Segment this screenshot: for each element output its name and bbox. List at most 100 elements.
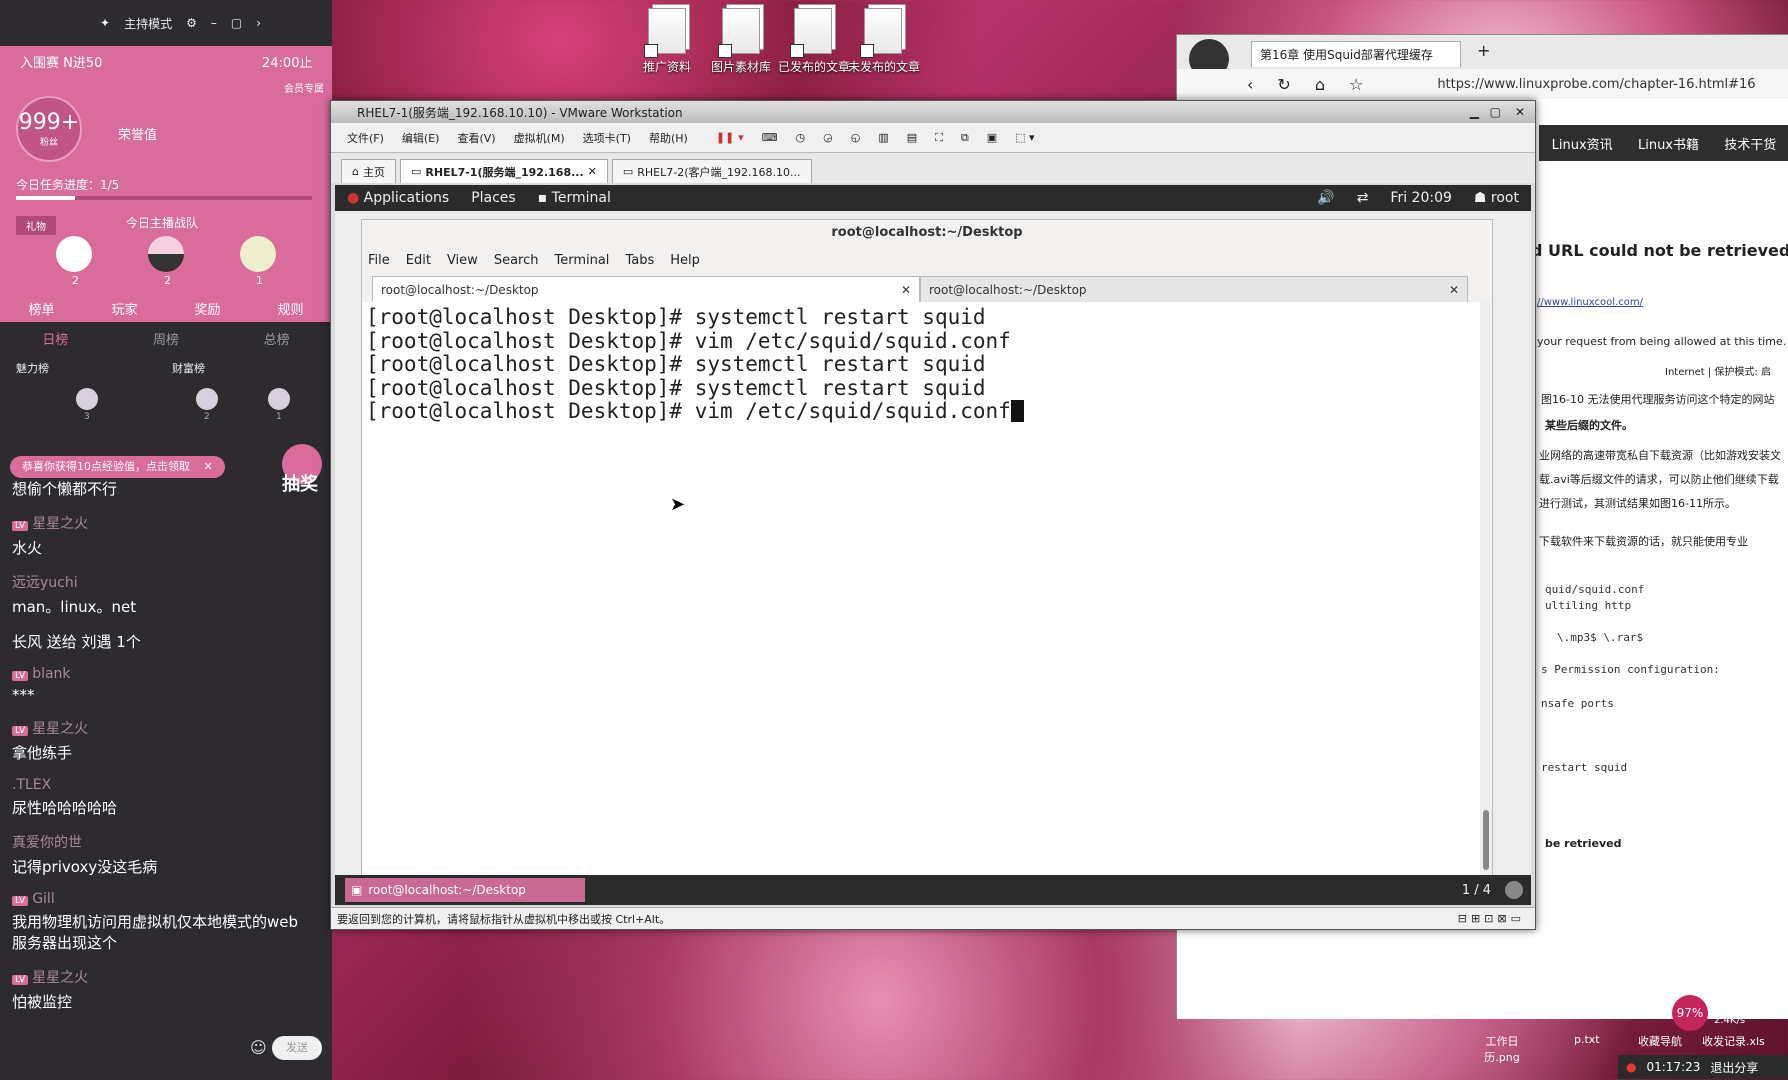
emoji-icon[interactable]: ☺ — [250, 1038, 267, 1057]
network-icon[interactable]: ⇄ — [1357, 190, 1369, 206]
terminal-menu-search[interactable]: Search — [494, 253, 539, 268]
rank-avatar[interactable] — [76, 388, 98, 410]
terminal-menu-tabs[interactable]: Tabs — [625, 253, 654, 268]
maximize-icon[interactable]: ▢ — [231, 16, 242, 30]
tab-ranking[interactable]: 榜单 — [28, 299, 54, 318]
terminal-menu-terminal[interactable]: Terminal — [554, 253, 609, 268]
desktop-file-label[interactable]: 收藏导航 — [1638, 1033, 1682, 1049]
terminal-menu-file[interactable]: File — [368, 253, 390, 268]
notification-icon[interactable] — [1505, 881, 1523, 899]
document-icon — [790, 8, 832, 58]
gift-button[interactable]: 礼物 — [16, 216, 56, 235]
nav-link[interactable]: Linux书籍 — [1638, 134, 1699, 153]
exit-share-button[interactable]: 退出分享 — [1710, 1059, 1758, 1076]
home-icon[interactable]: ⌂ — [1315, 75, 1325, 94]
desktop-file-label[interactable]: 工作日历.png — [1472, 1033, 1532, 1065]
pause-icon[interactable]: ❚❚ ▾ — [716, 131, 744, 144]
tab-rewards[interactable]: 奖励 — [194, 299, 220, 318]
desktop-file-label[interactable]: p.txt — [1574, 1033, 1600, 1046]
terminal-tab[interactable]: root@localhost:~/Desktop ✕ — [372, 276, 920, 302]
desktop-icon-unpublished[interactable]: 未发布的文章 — [848, 8, 920, 75]
menu-tabs[interactable]: 选项卡(T) — [583, 130, 631, 146]
address-bar[interactable]: https://www.linuxprobe.com/chapter-16.ht… — [1437, 77, 1755, 92]
taskbar-item-terminal[interactable]: ▣ root@localhost:~/Desktop — [345, 878, 585, 902]
desktop-icon-images[interactable]: 图片素材库 — [706, 8, 776, 75]
menu-vm[interactable]: 虚拟机(M) — [514, 130, 565, 146]
clock[interactable]: Fri 20:09 — [1390, 190, 1451, 206]
desktop-icon-published[interactable]: 已发布的文章 — [778, 8, 850, 75]
terminal-line: [root@localhost Desktop]# systemctl rest… — [366, 352, 986, 376]
snapshot-manager-icon[interactable]: ◵ — [851, 131, 861, 144]
user-menu[interactable]: ☗ root — [1474, 190, 1519, 206]
terminal-menu-view[interactable]: View — [447, 253, 478, 268]
subtab-weekly[interactable]: 周榜 — [153, 329, 179, 348]
view-thumb-icon[interactable]: ▤ — [907, 131, 917, 144]
star-icon[interactable]: ☆ — [1349, 75, 1363, 94]
close-icon[interactable]: ✕ — [588, 165, 597, 178]
new-tab-icon[interactable]: + — [1477, 41, 1490, 60]
reload-icon[interactable]: ↻ — [1277, 75, 1290, 94]
terminal-tab[interactable]: root@localhost:~/Desktop ✕ — [920, 276, 1468, 302]
avatar[interactable] — [56, 236, 92, 272]
terminal-app-menu[interactable]: ▪ Terminal — [538, 190, 611, 206]
stretch-icon[interactable]: ⬚ ▾ — [1015, 131, 1034, 144]
rank-avatar[interactable] — [268, 388, 290, 410]
browser-tab[interactable]: 第16章 使用Squid部署代理缓存 — [1251, 41, 1461, 67]
volume-icon[interactable]: 🔊 — [1317, 190, 1334, 206]
menu-edit[interactable]: 编辑(E) — [402, 130, 440, 146]
minimize-icon[interactable]: ▁ — [1470, 105, 1479, 119]
menu-view[interactable]: 查看(V) — [457, 130, 495, 146]
terminal-menu-edit[interactable]: Edit — [406, 253, 431, 268]
settings-icon[interactable]: ⚙ — [186, 16, 197, 30]
snapshot-restore-icon[interactable]: ◶ — [823, 131, 833, 144]
unity-icon[interactable]: ⧉ — [961, 131, 969, 145]
chat-item: 长风 送给 刘遇 1个 — [12, 633, 141, 651]
close-icon[interactable]: ✕ — [204, 460, 213, 473]
places-menu[interactable]: Places — [471, 190, 516, 206]
chat-item: LV blank *** — [12, 666, 312, 704]
cpu-meter[interactable]: 97% — [1672, 995, 1708, 1031]
error-link[interactable]: //www.linuxcool.com/ — [1537, 297, 1643, 308]
tab-rhel7-2[interactable]: ▭ RHEL7-2(客户端_192.168.10... — [611, 159, 812, 183]
avatar[interactable] — [148, 236, 184, 272]
device-status-icons[interactable]: ⊟⊞⊡⊠▭ — [1458, 912, 1525, 925]
desktop-icon-promo[interactable]: 推广资料 — [632, 8, 702, 75]
tab-rules[interactable]: 规则 — [277, 299, 303, 318]
close-icon[interactable]: ✕ — [901, 283, 911, 297]
nav-link[interactable]: 技术干货 — [1724, 134, 1776, 153]
close-icon[interactable]: › — [256, 16, 261, 30]
terminal-menu-help[interactable]: Help — [670, 253, 700, 268]
console-icon[interactable]: ▣ — [987, 131, 997, 144]
applications-menu[interactable]: ● Applications — [347, 190, 449, 206]
close-icon[interactable]: ✕ — [1515, 105, 1525, 119]
snapshot-icon[interactable]: ◷ — [796, 131, 806, 144]
view-sidebar-icon[interactable]: ▥ — [878, 131, 888, 144]
terminal-scrollbar[interactable] — [1480, 302, 1492, 876]
tab-home[interactable]: ⌂ 主页 — [341, 159, 396, 183]
maximize-icon[interactable]: ▢ — [1490, 105, 1501, 119]
send-keys-icon[interactable]: ⌨ — [762, 131, 778, 144]
chat-item: LV 星星之火 拿他练手 — [12, 718, 312, 763]
menu-help[interactable]: 帮助(H) — [649, 130, 688, 146]
send-button[interactable]: 发送 — [272, 1036, 322, 1060]
nav-link[interactable]: Linux资讯 — [1552, 134, 1613, 153]
terminal-tabbar: root@localhost:~/Desktop ✕ root@localhos… — [362, 274, 1492, 302]
back-icon[interactable]: ‹ — [1247, 75, 1253, 94]
guest-display[interactable]: ● Applications Places ▪ Terminal 🔊 ⇄ Fri… — [335, 185, 1531, 905]
reward-notice[interactable]: 恭喜你获得10点经验值，点击领取 ✕ — [10, 456, 225, 478]
desktop-file-label[interactable]: 收发记录.xls — [1702, 1033, 1765, 1049]
tab-rhel7-1[interactable]: ▭ RHEL7-1(服务端_192.168... ✕ — [399, 159, 608, 183]
terminal-line: [root@localhost Desktop]# vim /etc/squid… — [366, 328, 1011, 353]
workspace-indicator[interactable]: 1 / 4 — [1462, 883, 1491, 898]
subtab-total[interactable]: 总榜 — [264, 329, 290, 348]
tab-players[interactable]: 玩家 — [111, 299, 137, 318]
subtab-daily[interactable]: 日榜 — [42, 329, 68, 348]
terminal-output[interactable]: [root@localhost Desktop]# systemctl rest… — [362, 302, 1482, 876]
scrollbar-thumb[interactable] — [1483, 810, 1489, 870]
close-icon[interactable]: ✕ — [1449, 283, 1459, 297]
fullscreen-icon[interactable]: ⛶ — [935, 131, 943, 145]
rank-avatar[interactable] — [196, 388, 218, 410]
minimize-icon[interactable]: – — [211, 16, 217, 30]
menu-file[interactable]: 文件(F) — [347, 130, 384, 146]
avatar[interactable] — [240, 236, 276, 272]
